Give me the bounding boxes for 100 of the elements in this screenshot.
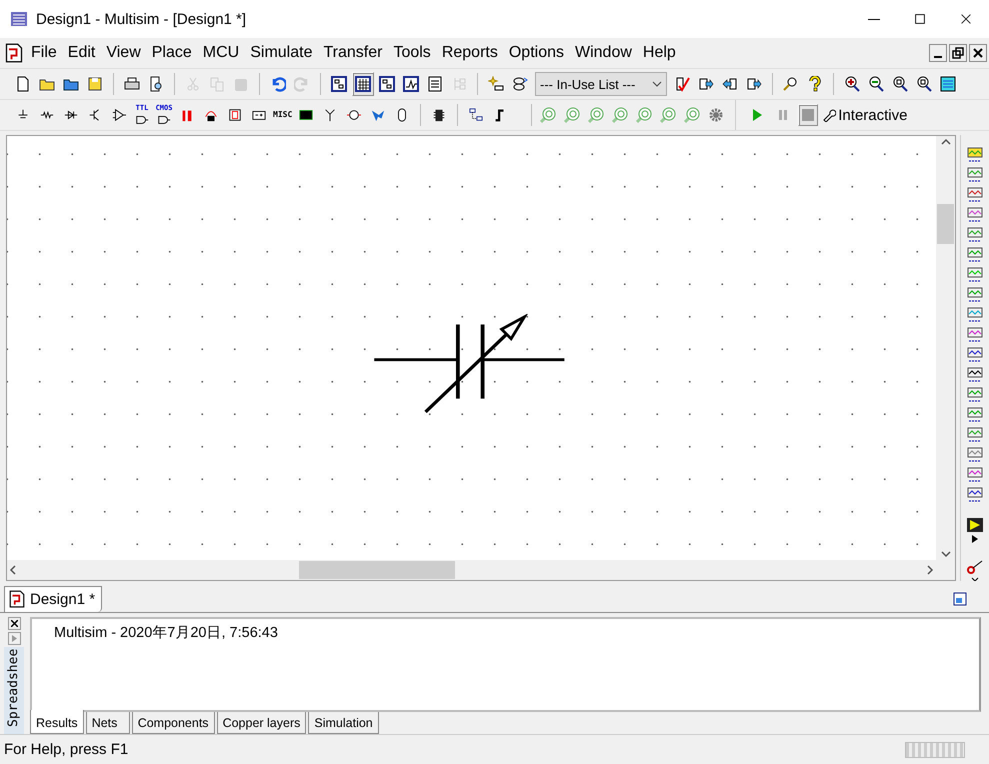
meter-icon <box>204 108 218 122</box>
play-icon <box>12 635 16 642</box>
check-mark-icon <box>674 76 690 92</box>
probe-button[interactable] <box>966 559 984 575</box>
scroll-thumb[interactable] <box>937 204 954 244</box>
menu-item[interactable]: File <box>26 42 63 64</box>
close-icon <box>959 12 973 26</box>
antenna-icon <box>323 108 338 122</box>
component-button[interactable]: MISC <box>272 103 294 127</box>
spreadsheet-title: Spreadshee <box>4 647 24 734</box>
close-button[interactable] <box>8 617 20 630</box>
window-icon <box>379 76 395 92</box>
spreadsheet-tab[interactable]: Components <box>132 712 215 734</box>
printer-icon <box>124 76 140 92</box>
display-icon <box>299 108 314 122</box>
triangle-symbol-icon <box>112 108 126 122</box>
probe-icon <box>612 107 628 123</box>
interactive-mode-button[interactable]: Interactive <box>822 103 908 127</box>
schematic-icon <box>8 590 26 608</box>
wrench-icon <box>822 108 836 122</box>
probe-icon <box>540 107 556 123</box>
hierarchy-icon <box>469 108 484 122</box>
segment-display-icon <box>228 108 242 122</box>
probe-icon <box>588 107 604 123</box>
probe-icon <box>564 107 580 123</box>
zoom-out-icon <box>868 76 884 92</box>
menu-item[interactable]: Reports <box>436 42 504 64</box>
copy-icon <box>209 76 225 92</box>
grid-button[interactable] <box>352 72 374 96</box>
spreadsheet-tab[interactable]: Copper layers <box>216 712 306 734</box>
chip-icon <box>432 108 446 122</box>
restore-icon <box>951 46 965 60</box>
panel-icon <box>953 592 967 606</box>
scissors-icon <box>185 76 201 92</box>
document-icon <box>4 43 24 63</box>
instrument-button[interactable] <box>966 517 984 533</box>
progress-indicator <box>905 742 965 758</box>
menu-item[interactable]: Tools <box>388 42 437 64</box>
menu-item[interactable]: Transfer <box>318 42 388 64</box>
chevron-icon <box>652 80 662 88</box>
page-magnifier-icon <box>148 76 164 92</box>
stop-icon <box>802 109 814 121</box>
menu-item[interactable]: Simulate <box>245 42 318 64</box>
menu-item[interactable]: Help <box>638 42 682 64</box>
clipboard-icon <box>233 76 249 92</box>
gear-icon <box>708 107 724 123</box>
document-close-button[interactable] <box>969 44 987 62</box>
in-use-list-dropdown[interactable]: --- In-Use List --- <box>535 72 667 96</box>
graph-icon <box>403 76 419 92</box>
arrow-page-icon <box>722 76 738 92</box>
document-minimize-button[interactable] <box>929 44 947 62</box>
app-icon <box>10 10 28 28</box>
spreadsheet-tab[interactable]: Results <box>30 710 84 734</box>
menu-item[interactable]: Options <box>504 42 570 64</box>
diode-icon <box>64 108 78 122</box>
close-icon <box>10 620 18 627</box>
battery-icon <box>252 108 266 122</box>
pause-icon <box>778 109 788 121</box>
menu-item[interactable]: Edit <box>62 42 102 64</box>
undo-icon <box>270 76 286 92</box>
document-restore-button[interactable] <box>949 44 967 62</box>
arrow-page-icon <box>746 76 762 92</box>
minimize-icon <box>868 18 880 20</box>
calculator-icon <box>427 76 443 92</box>
menu-item[interactable]: View <box>101 42 147 64</box>
close-icon <box>971 46 985 60</box>
grid-icon <box>355 76 371 92</box>
spark-icon <box>488 76 504 92</box>
maximize-icon <box>913 12 927 26</box>
expand-arrow-icon <box>972 535 978 543</box>
question-mark-icon <box>807 76 823 92</box>
window-title: Design1 - Multisim - [Design1 *] <box>36 10 248 28</box>
screen-icon <box>940 76 956 92</box>
scroll-thumb[interactable] <box>299 561 455 579</box>
zoom-fit-icon <box>916 76 932 92</box>
play-icon <box>751 108 764 122</box>
menu-item[interactable]: MCU <box>198 42 246 64</box>
menu-item[interactable]: Window <box>570 42 638 64</box>
menu-item[interactable]: Place <box>146 42 198 64</box>
stop-button[interactable] <box>798 104 818 126</box>
arrow-page-icon <box>698 76 714 92</box>
probe-icon <box>966 559 984 575</box>
document-tab[interactable]: Design1 * <box>4 586 102 612</box>
spreadsheet-tab[interactable]: Simulation <box>308 712 379 734</box>
magnifier-icon <box>783 76 799 92</box>
motor-icon <box>347 108 362 122</box>
probe-icon <box>636 107 652 123</box>
window-icon <box>331 76 347 92</box>
horizontal-scrollbar[interactable] <box>7 560 936 580</box>
minimize-icon <box>934 56 942 58</box>
result-line: Multisim - 2020年7月20日, 7:56:43 <box>54 624 279 642</box>
redo-icon <box>294 76 310 92</box>
spreadsheet-tab[interactable]: Nets <box>86 712 130 734</box>
panel-toggle-button[interactable] <box>953 592 967 606</box>
zoom-area-icon <box>892 76 908 92</box>
new-page-icon <box>15 76 31 92</box>
vertical-scrollbar[interactable] <box>936 136 955 560</box>
status-text: For Help, press F1 <box>4 741 128 758</box>
probe-icon <box>684 107 700 123</box>
zoom-in-icon <box>844 76 860 92</box>
